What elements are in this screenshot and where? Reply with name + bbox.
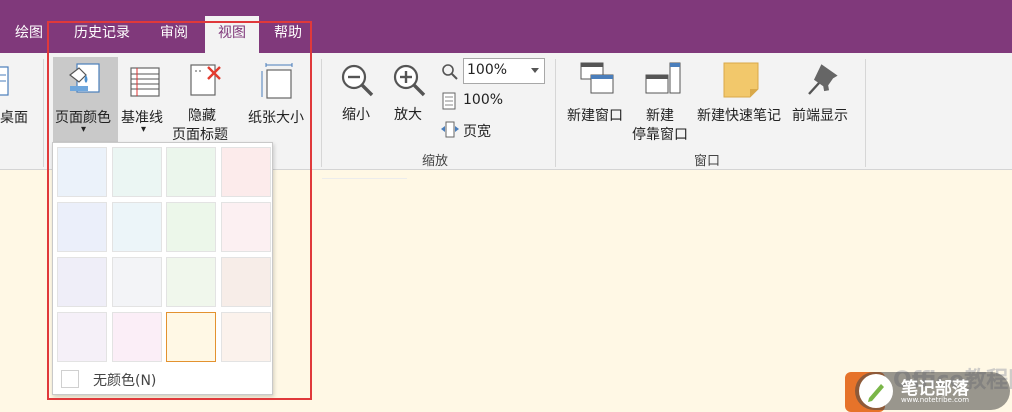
new-window-icon [580,62,614,94]
zoom-group-label: 缩放 [422,154,449,169]
new-docked-label-line1: 新建 [646,108,674,124]
color-swatch[interactable] [220,147,271,197]
group-divider [43,59,44,167]
group-divider [321,59,322,167]
color-swatch[interactable] [166,202,216,252]
always-on-top-button[interactable]: 前端显示 [790,57,854,142]
new-docked-window-button[interactable]: 新建 停靠窗口 [632,57,696,143]
no-color-label: 无颜色(N) [93,373,157,389]
no-color-swatch [61,370,79,388]
tab-review[interactable]: 审阅 [150,20,198,53]
color-swatch[interactable] [220,312,271,362]
new-quick-note-button[interactable]: 新建快速笔记 [697,57,787,142]
group-divider [555,59,556,167]
color-swatch[interactable] [57,147,107,197]
page-color-dropdown: 无颜色(N) [52,142,273,395]
zoom-in-button[interactable]: 放大 [388,59,432,125]
new-window-button[interactable]: 新建窗口 [565,57,629,142]
paper-size-button[interactable]: 纸张大小 [246,57,310,142]
zoom-level-select[interactable]: 100% [463,58,545,84]
pen-logo-icon [859,374,893,408]
hide-title-label-line1: 隐藏 [188,108,216,124]
page-color-icon [69,63,100,93]
zoom-level-value: 100% [467,62,508,78]
page-title-line [322,178,407,179]
new-window-label: 新建窗口 [567,108,623,124]
color-swatch[interactable] [111,312,162,362]
rule-lines-icon [130,67,160,97]
color-swatch[interactable] [220,257,271,307]
desktop-icon [0,66,9,96]
page-color-button[interactable]: 页面颜色 ▾ [53,57,118,142]
color-swatch[interactable] [166,312,216,362]
hide-title-icon [190,64,221,96]
new-docked-window-icon [645,62,681,94]
new-docked-label-line2: 停靠窗口 [632,127,688,143]
rule-lines-dropdown-arrow: ▾ [141,124,147,135]
sticky-note-icon [723,62,759,98]
desktop-button[interactable]: 桌面 [0,57,40,127]
paper-size-icon [261,63,293,99]
zoom-in-label: 放大 [394,107,422,123]
page-width-label: 页宽 [463,124,491,140]
color-swatch[interactable] [57,257,107,307]
zoom-out-label: 缩小 [342,107,370,123]
color-swatch[interactable] [57,202,107,252]
page-color-dropdown-arrow: ▾ [81,124,87,135]
no-color-option[interactable]: 无颜色(N) [58,367,268,391]
tab-history[interactable]: 历史记录 [62,20,142,53]
zoom-out-button[interactable]: 缩小 [336,59,380,125]
ribbon-tab-bar: 绘图 历史记录 审阅 视图 帮助 [0,0,1012,53]
page-width-icon [441,121,459,138]
pin-icon [808,64,838,95]
color-swatch[interactable] [220,202,271,252]
zoom-search-icon [442,64,458,80]
window-group-label: 窗口 [694,154,721,169]
zoom-out-icon [341,64,374,97]
color-swatch[interactable] [57,312,107,362]
always-on-top-label: 前端显示 [792,108,848,124]
zoom-100-label: 100% [463,92,504,108]
page-width-button[interactable]: 页宽 [440,119,510,141]
watermark: Office教程网 笔记部落 www.notetribe.com [845,360,1012,412]
group-divider [865,59,866,167]
color-swatch[interactable] [111,202,162,252]
new-quick-note-label: 新建快速笔记 [697,108,781,124]
rule-lines-button[interactable]: 基准线 ▾ [119,57,171,142]
zoom-in-icon [393,64,426,97]
tab-view[interactable]: 视图 [205,16,259,53]
tab-draw[interactable]: 绘图 [8,20,50,53]
page-100-icon [442,92,456,110]
paper-size-label: 纸张大小 [248,110,304,126]
color-swatch[interactable] [111,257,162,307]
color-swatch[interactable] [166,147,216,197]
watermark-url: www.notetribe.com [901,396,970,404]
hide-title-label-line2: 页面标题 [172,127,228,143]
color-swatch[interactable] [166,257,216,307]
chevron-down-icon[interactable] [531,68,539,73]
color-swatch[interactable] [111,147,162,197]
desktop-label: 桌面 [0,110,28,126]
tab-help[interactable]: 帮助 [265,20,311,53]
zoom-100-button[interactable]: 100% [440,90,510,112]
hide-page-title-button[interactable]: 隐藏 页面标题 [172,57,236,143]
